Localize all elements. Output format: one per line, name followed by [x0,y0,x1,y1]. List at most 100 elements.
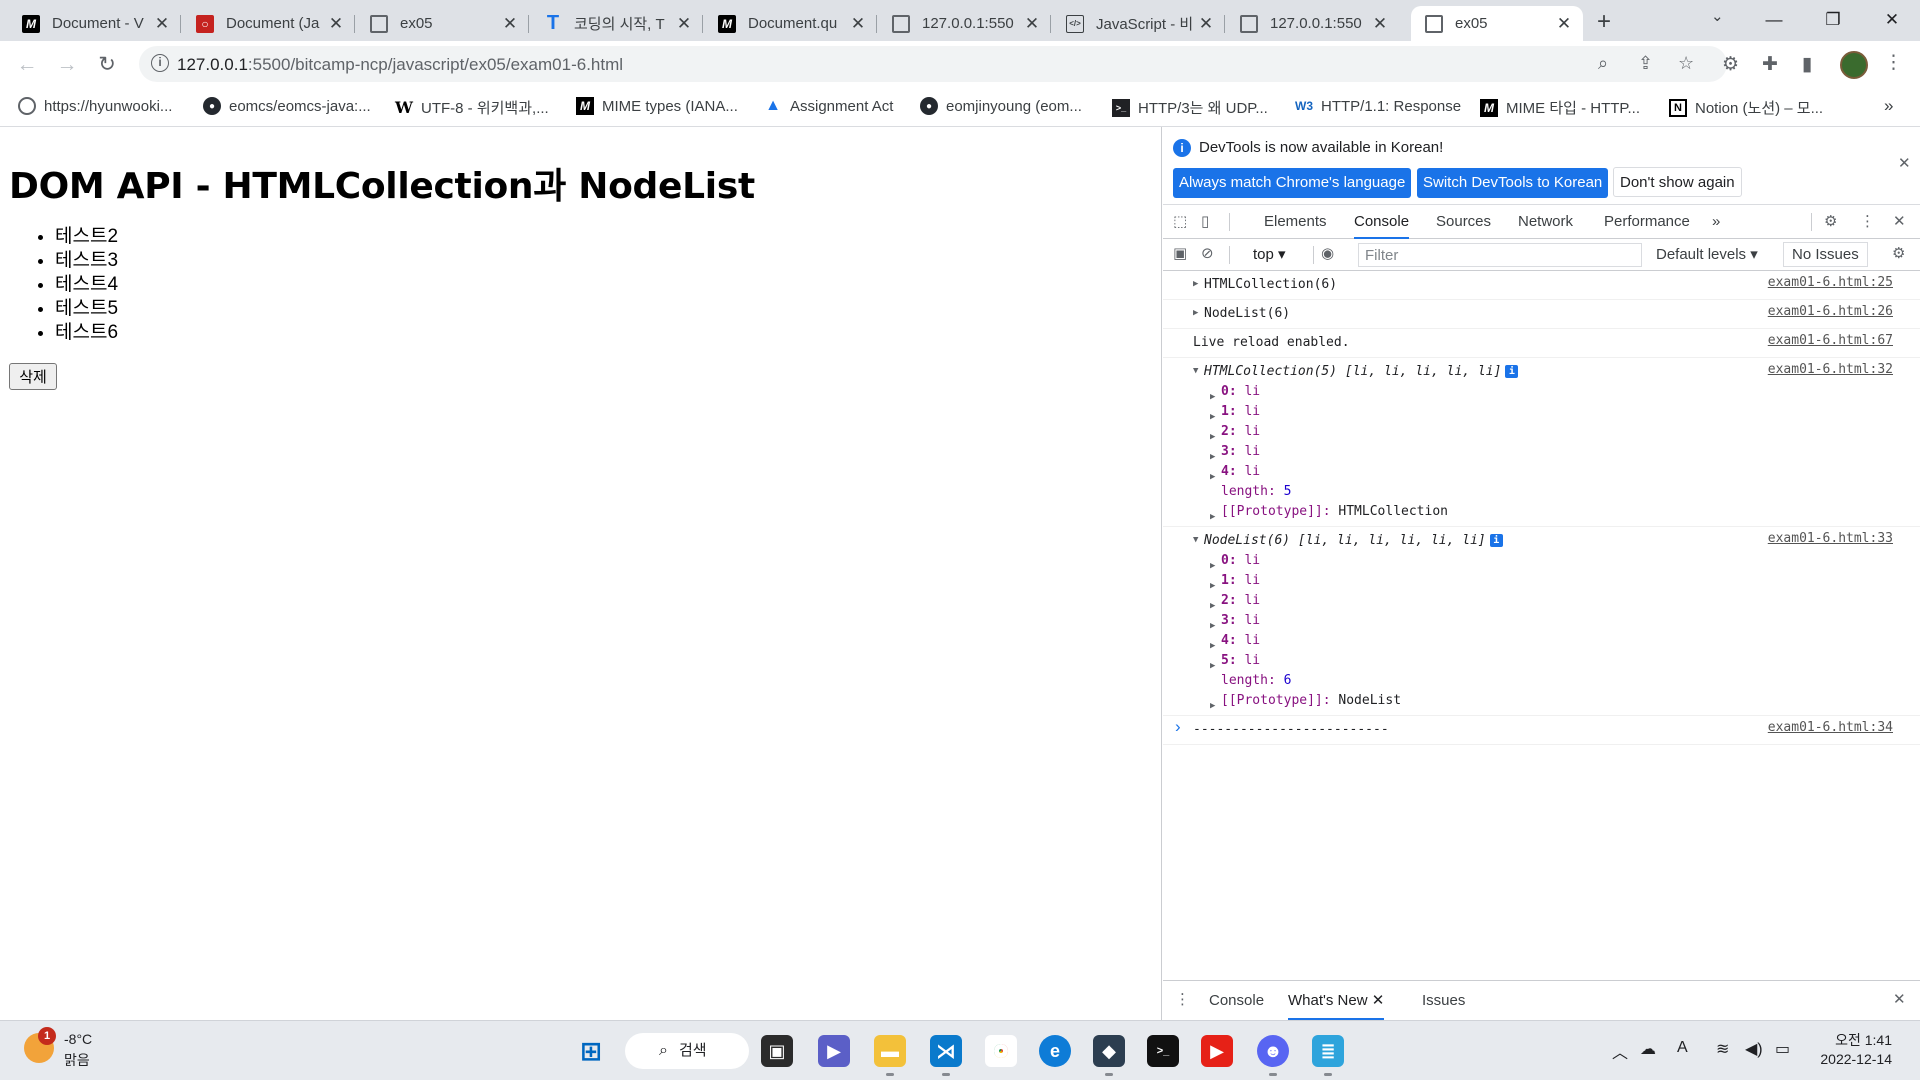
avatar[interactable] [1840,51,1868,79]
expand-arrow-icon[interactable]: ▶ [1193,279,1198,289]
restore-button[interactable]: ❐ [1813,4,1853,36]
drawer-tab-whats-new[interactable]: What's New ✕ [1288,981,1385,1020]
tray-overflow-icon[interactable]: ︿ [1612,1039,1628,1063]
chrome-icon[interactable] [985,1035,1017,1067]
switch-korean-button[interactable]: Switch DevTools to Korean [1417,168,1609,198]
bookmark-item[interactable]: N Notion (노션) – 모... [1669,97,1823,118]
inspect-icon[interactable]: ⬚ [1173,212,1187,230]
teams-chat-icon[interactable]: ▶ [818,1035,850,1067]
wifi-icon[interactable]: ≋ [1716,1039,1729,1059]
close-devtools-icon[interactable]: ✕ [1893,212,1906,230]
close-icon[interactable]: ✕ [153,14,171,34]
tree-child[interactable]: ▶ 2: li [1193,422,1920,442]
tree-child[interactable]: ▶ 1: li [1193,402,1920,422]
drawer-tab-console[interactable]: Console [1209,981,1264,1020]
bookmark-item[interactable]: >_ HTTP/3는 왜 UDP... [1112,97,1268,118]
tab-console[interactable]: Console [1354,205,1410,239]
close-icon[interactable]: ✕ [1023,14,1041,34]
bookmark-star-icon[interactable]: ☆ [1678,53,1694,74]
source-link[interactable]: exam01-6.html:33 [1768,531,1893,546]
close-icon[interactable]: ✕ [327,14,345,34]
notepad-icon[interactable]: ≣ [1312,1035,1344,1076]
close-icon[interactable]: ✕ [1555,14,1573,34]
more-bookmarks-icon[interactable]: » [1884,96,1893,116]
source-link[interactable]: exam01-6.html:26 [1768,304,1893,319]
tab-8[interactable]: 127.0.0.1:550 ✕ [1226,6,1399,41]
device-toolbar-icon[interactable]: ▯ [1201,212,1209,230]
tab-sources[interactable]: Sources [1436,205,1491,239]
url-text[interactable]: 127.0.0.1:5500/bitcamp-ncp/javascript/ex… [177,55,623,75]
console-message-expanded[interactable]: ▼ HTMLCollection(5) [li, li, li, li, li]… [1163,358,1920,527]
tab-4[interactable]: T 코딩의 시작, T ✕ [530,6,703,41]
console-message[interactable]: ▶ HTMLCollection(6) exam01-6.html:25 [1163,271,1920,300]
edge-icon[interactable]: e [1039,1035,1071,1067]
tab-performance[interactable]: Performance [1604,205,1690,239]
bookmark-item[interactable]: ▲ Assignment Act [764,97,893,115]
ime-icon[interactable]: A [1677,1039,1688,1057]
tree-child[interactable]: ▶ 1: li [1193,571,1920,591]
onedrive-icon[interactable]: ☁ [1640,1039,1656,1059]
puzzle-icon[interactable]: ✚ [1762,53,1778,76]
vscode-icon[interactable]: ⋊ [930,1035,962,1076]
console-prompt-icon[interactable]: › [1175,717,1181,737]
console-message[interactable]: ▶ NodeList(6) exam01-6.html:26 [1163,300,1920,329]
share-icon[interactable]: ⇪ [1638,53,1653,74]
source-link[interactable]: exam01-6.html:67 [1768,333,1893,348]
collapse-arrow-icon[interactable]: ▼ [1193,535,1198,545]
source-link[interactable]: exam01-6.html:34 [1768,720,1893,735]
bookmark-item[interactable]: W UTF-8 - 위키백과,... [395,97,549,118]
minimize-button[interactable]: — [1754,4,1794,36]
bookmark-item[interactable]: ● eomjinyoung (eom... [920,97,1082,115]
clock-date[interactable]: 2022-12-14 [1812,1051,1892,1067]
tree-child[interactable]: ▶ 3: li [1193,611,1920,631]
close-icon[interactable]: ✕ [1197,14,1215,34]
tree-child[interactable]: ▶ 0: li [1193,382,1920,402]
weather-condition[interactable]: 맑음 [64,1050,90,1070]
log-levels-select[interactable]: Default levels ▾ [1656,245,1758,263]
close-icon[interactable]: ✕ [675,14,693,34]
bookmark-item[interactable]: M MIME types (IANA... [576,97,738,115]
tree-child[interactable]: ▶ 4: li [1193,631,1920,651]
more-tabs-icon[interactable]: » [1712,205,1720,239]
close-icon[interactable]: ✕ [1372,992,1385,1009]
file-explorer-icon[interactable]: ▬ [874,1035,906,1076]
tab-2[interactable]: ○ Document (Ja ✕ [182,6,355,41]
filter-input[interactable] [1358,243,1642,267]
forward-button[interactable]: → [52,50,82,80]
tab-6[interactable]: 127.0.0.1:550 ✕ [878,6,1051,41]
weather-temperature[interactable]: -8°C [64,1031,92,1047]
clear-console-icon[interactable]: ⊘ [1201,244,1214,262]
issues-button[interactable]: No Issues [1783,242,1868,267]
tree-child[interactable]: ▶ 3: li [1193,442,1920,462]
prototype-row[interactable]: ▶ [[Prototype]]: HTMLCollection [1193,502,1920,522]
close-icon[interactable]: ✕ [1371,14,1389,34]
tab-7[interactable]: </> JavaScript - 비 ✕ [1052,6,1225,41]
close-drawer-icon[interactable]: ✕ [1893,990,1906,1008]
tree-child[interactable]: ▶ 4: li [1193,462,1920,482]
start-icon[interactable]: ⊞ [575,1035,607,1067]
eye-icon[interactable]: ◉ [1321,244,1334,262]
window-close-button[interactable]: ✕ [1872,4,1912,36]
settings-icon[interactable]: ⚙ [1824,212,1837,230]
collapse-arrow-icon[interactable]: ▼ [1193,366,1198,376]
context-select[interactable]: top ▾ [1253,245,1286,263]
taskbar-search[interactable]: ⌕ 검색 [625,1033,749,1069]
battery-icon[interactable]: ▭ [1775,1039,1790,1059]
zoom-icon[interactable]: ⌕ [1598,53,1608,74]
bookmark-item[interactable]: ● eomcs/eomcs-java:... [203,97,371,115]
address-bar[interactable]: i 127.0.0.1:5500/bitcamp-ncp/javascript/… [139,46,1727,82]
tab-9-active[interactable]: ex05 ✕ [1411,6,1583,41]
expand-arrow-icon[interactable]: ▶ [1193,308,1198,318]
youtube-icon[interactable]: ▶ [1201,1035,1233,1067]
discord-icon[interactable]: ☻ [1257,1035,1289,1076]
extension-icon[interactable]: ⚙ [1722,53,1739,76]
prototype-row[interactable]: ▶ [[Prototype]]: NodeList [1193,691,1920,711]
terminal-icon[interactable]: >_ [1147,1035,1179,1067]
source-link[interactable]: exam01-6.html:32 [1768,362,1893,377]
tab-3[interactable]: ex05 ✕ [356,6,529,41]
tab-1[interactable]: M Document - V ✕ [8,6,181,41]
reload-button[interactable]: ↻ [92,50,122,80]
console-settings-icon[interactable]: ⚙ [1892,244,1905,262]
source-link[interactable]: exam01-6.html:25 [1768,275,1893,290]
dont-show-button[interactable]: Don't show again [1613,167,1742,197]
